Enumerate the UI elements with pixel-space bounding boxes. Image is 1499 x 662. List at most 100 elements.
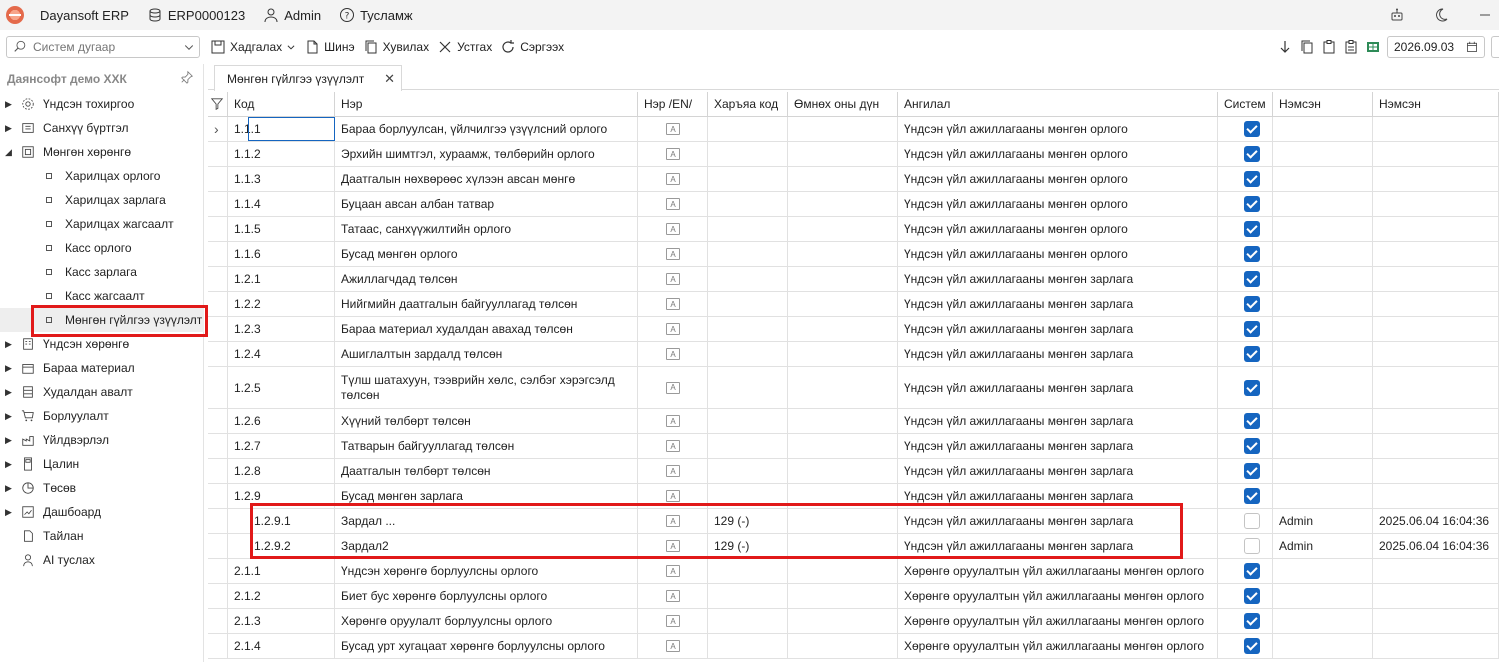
cell-added-by[interactable]	[1273, 167, 1373, 191]
cell-added-by[interactable]	[1273, 317, 1373, 341]
cell-name-en[interactable]: A	[638, 292, 708, 316]
system-checkbox[interactable]	[1244, 613, 1260, 629]
cell-parent-code[interactable]: 129 (-)	[708, 534, 788, 558]
cell-prev-year[interactable]	[788, 634, 898, 658]
sidebar-item-fixed-assets[interactable]: ▶ Үндсэн хөрөнгө	[0, 332, 204, 356]
cell-code[interactable]: 1.1.4	[228, 192, 335, 216]
cell-name[interactable]: Буцаан авсан албан татвар	[335, 192, 638, 216]
cell-name[interactable]: Эрхийн шимтгэл, хураамж, төлбөрийн орлог…	[335, 142, 638, 166]
cell-category[interactable]: Үндсэн үйл ажиллагааны мөнгөн зарлага	[898, 459, 1218, 483]
cell-parent-code[interactable]	[708, 192, 788, 216]
cell-system[interactable]	[1218, 292, 1273, 316]
translate-icon[interactable]: A	[666, 565, 680, 577]
system-checkbox[interactable]	[1244, 438, 1260, 454]
cell-code[interactable]: 1.1.5	[228, 217, 335, 241]
cell-prev-year[interactable]	[788, 459, 898, 483]
cell-system[interactable]	[1218, 267, 1273, 291]
cell-parent-code[interactable]	[708, 559, 788, 583]
translate-icon[interactable]: A	[666, 348, 680, 360]
cell-parent-code[interactable]	[708, 242, 788, 266]
cell-system[interactable]	[1218, 409, 1273, 433]
cell-added-at[interactable]	[1373, 559, 1499, 583]
cell-added-by[interactable]	[1273, 342, 1373, 366]
system-checkbox[interactable]	[1244, 221, 1260, 237]
table-row[interactable]: 2.1.2 Биет бус хөрөнгө борлуулсны орлого A…	[208, 584, 1499, 609]
help-button[interactable]: ? Тусламж	[339, 7, 413, 23]
system-checkbox[interactable]	[1244, 171, 1260, 187]
cell-prev-year[interactable]	[788, 192, 898, 216]
dark-mode-icon[interactable]	[1433, 7, 1449, 23]
cell-name[interactable]: Даатгалын нөхвөрөөс хүлээн авсан мөнгө	[335, 167, 638, 191]
translate-icon[interactable]: A	[666, 273, 680, 285]
cell-name-en[interactable]: A	[638, 142, 708, 166]
cell-system[interactable]	[1218, 534, 1273, 558]
cell-code[interactable]: 1.2.7	[228, 434, 335, 458]
system-checkbox[interactable]	[1244, 638, 1260, 654]
cell-added-at[interactable]	[1373, 367, 1499, 408]
translate-icon[interactable]: A	[666, 540, 680, 552]
cell-name[interactable]: Бусад урт хугацаат хөрөнгө борлуулсны ор…	[335, 634, 638, 658]
cell-system[interactable]	[1218, 559, 1273, 583]
system-checkbox[interactable]	[1244, 271, 1260, 287]
cell-prev-year[interactable]	[788, 484, 898, 508]
translate-icon[interactable]: A	[666, 640, 680, 652]
table-row[interactable]: 2.1.1 Үндсэн хөрөнгө борлуулсны орлого A Хө…	[208, 559, 1499, 584]
cell-added-by[interactable]	[1273, 192, 1373, 216]
translate-icon[interactable]: A	[666, 615, 680, 627]
translate-icon[interactable]: A	[666, 490, 680, 502]
copy-doc-icon[interactable]	[1299, 39, 1315, 55]
cell-system[interactable]	[1218, 192, 1273, 216]
cell-category[interactable]: Үндсэн үйл ажиллагааны мөнгөн зарлага	[898, 342, 1218, 366]
cell-added-by[interactable]	[1273, 559, 1373, 583]
cell-added-at[interactable]	[1373, 192, 1499, 216]
cell-system[interactable]	[1218, 459, 1273, 483]
cell-prev-year[interactable]	[788, 609, 898, 633]
cell-code[interactable]: 1.1.1	[228, 117, 335, 141]
system-checkbox[interactable]	[1244, 413, 1260, 429]
system-checkbox[interactable]	[1244, 196, 1260, 212]
sidebar-subitem-cash-income[interactable]: Касс орлого	[0, 236, 204, 260]
excel-icon[interactable]	[1365, 39, 1381, 55]
cell-name[interactable]: Бусад мөнгөн зарлага	[335, 484, 638, 508]
cell-added-by[interactable]	[1273, 484, 1373, 508]
translate-icon[interactable]: A	[666, 123, 680, 135]
cell-code[interactable]: 1.2.2	[228, 292, 335, 316]
cell-name-en[interactable]: A	[638, 242, 708, 266]
table-row[interactable]: 1.1.2 Эрхийн шимтгэл, хураамж, төлбөрийн …	[208, 142, 1499, 167]
system-checkbox[interactable]	[1244, 296, 1260, 312]
sidebar-item-payroll[interactable]: ▶ Цалин	[0, 452, 204, 476]
sidebar-subitem-bank-expense[interactable]: Харилцах зарлага	[0, 188, 204, 212]
cell-system[interactable]	[1218, 117, 1273, 141]
cell-system[interactable]	[1218, 584, 1273, 608]
cell-system[interactable]	[1218, 609, 1273, 633]
translate-icon[interactable]: A	[666, 198, 680, 210]
sidebar-subitem-cash-expense[interactable]: Касс зарлага	[0, 260, 204, 284]
cell-category[interactable]: Үндсэн үйл ажиллагааны мөнгөн орлого	[898, 142, 1218, 166]
column-header-system[interactable]: Систем	[1218, 92, 1273, 117]
filter-icon[interactable]	[208, 92, 228, 117]
cell-added-at[interactable]	[1373, 634, 1499, 658]
cell-name-en[interactable]: A	[638, 509, 708, 533]
cell-category[interactable]: Үндсэн үйл ажиллагааны мөнгөн орлого	[898, 217, 1218, 241]
cell-name[interactable]: Бараа борлуулсан, үйлчилгээ үзүүлсний ор…	[335, 117, 638, 141]
table-row[interactable]: 1.1.4 Буцаан авсан албан татвар A Үндсэн үй…	[208, 192, 1499, 217]
cell-added-at[interactable]	[1373, 217, 1499, 241]
cell-name[interactable]: Түлш шатахуун, тээврийн хөлс, сэлбэг хэр…	[335, 367, 638, 408]
cell-parent-code[interactable]	[708, 117, 788, 141]
expand-arrow-icon[interactable]: ▶	[5, 99, 13, 110]
sidebar-item-dashboard[interactable]: ▶ Дашбоард	[0, 500, 204, 524]
cell-added-at[interactable]	[1373, 117, 1499, 141]
cell-system[interactable]	[1218, 217, 1273, 241]
cell-name[interactable]: Хөрөнгө оруулалт борлуулсны орлого	[335, 609, 638, 633]
cell-added-at[interactable]	[1373, 317, 1499, 341]
cell-name-en[interactable]: A	[638, 167, 708, 191]
cell-code[interactable]: 1.1.2	[228, 142, 335, 166]
cell-code[interactable]: 2.1.1	[228, 559, 335, 583]
cell-parent-code[interactable]	[708, 459, 788, 483]
column-header-added-by[interactable]: Нэмсэн	[1273, 92, 1373, 117]
new-button[interactable]: Шинэ	[304, 39, 355, 55]
collapse-arrow-icon[interactable]: ◢	[5, 147, 13, 158]
cell-added-at[interactable]: 2025.06.04 16:04:36	[1373, 509, 1499, 533]
sidebar-item-sales[interactable]: ▶ Борлуулалт	[0, 404, 204, 428]
cell-code[interactable]: 1.2.5	[228, 367, 335, 408]
